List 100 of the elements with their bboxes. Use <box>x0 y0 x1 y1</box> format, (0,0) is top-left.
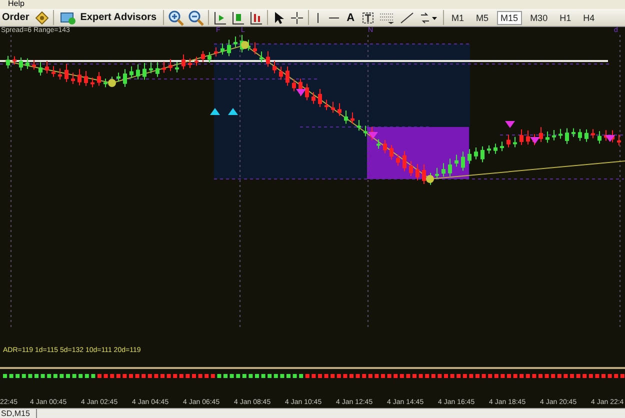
candlestick <box>435 167 439 180</box>
candlestick <box>52 65 56 78</box>
candlestick <box>390 144 394 160</box>
candlestick <box>123 68 127 87</box>
candlestick <box>58 68 62 80</box>
candlestick <box>130 65 134 78</box>
text-tool-button[interactable]: A <box>344 12 357 24</box>
candlestick <box>260 50 264 63</box>
candlestick <box>598 130 602 144</box>
candlestick <box>318 88 322 108</box>
timeframe-button[interactable]: M15 <box>496 10 522 25</box>
candlestick <box>162 60 166 73</box>
candlestick <box>396 154 400 166</box>
candlestick <box>506 134 510 148</box>
candlestick <box>136 63 140 80</box>
candlestick <box>84 70 88 86</box>
candlestick <box>6 54 10 68</box>
timeframe-button[interactable]: M30 <box>526 10 552 25</box>
candlestick <box>513 136 517 148</box>
autoscroll-icon[interactable] <box>230 10 245 25</box>
candlestick <box>220 42 224 55</box>
swing-point <box>426 174 434 183</box>
candlestick <box>338 102 342 116</box>
bar-chart-icon[interactable] <box>248 10 263 25</box>
candlestick <box>448 158 452 176</box>
candlestick <box>480 146 484 162</box>
candlestick <box>500 140 504 152</box>
candlestick <box>442 162 446 177</box>
trendline-icon[interactable] <box>398 10 415 25</box>
candlestick <box>565 127 569 144</box>
candlestick <box>188 58 192 68</box>
candlestick <box>45 60 49 74</box>
candlestick <box>552 129 556 140</box>
candlestick <box>526 130 530 145</box>
candlestick <box>422 164 426 184</box>
expert-advisors-button[interactable]: Expert Advisors <box>58 10 159 25</box>
text-label-icon[interactable] <box>360 10 375 25</box>
menu-item[interactable]: Help <box>0 0 24 10</box>
candlestick <box>104 78 108 88</box>
buy-arrows <box>210 108 238 115</box>
chart-tab[interactable]: SD,M15 <box>0 409 37 418</box>
candlestick <box>409 160 413 176</box>
chart-shift-icon[interactable] <box>212 10 227 25</box>
candlestick <box>149 62 153 74</box>
candlestick <box>617 134 621 146</box>
candlestick <box>402 150 406 172</box>
candlestick <box>416 163 420 180</box>
candlestick <box>591 128 595 138</box>
candlestick <box>383 138 387 154</box>
candlestick <box>78 68 82 86</box>
timeframe-button[interactable]: M1 <box>448 10 468 25</box>
candlestick <box>12 55 16 65</box>
candlestick <box>474 146 478 160</box>
swing-point <box>241 40 249 49</box>
candlestick <box>468 148 472 164</box>
candlestick <box>558 128 562 139</box>
diamond-icon[interactable] <box>35 10 50 25</box>
candlestick <box>324 98 328 110</box>
candlestick <box>454 154 458 167</box>
candlestick <box>234 36 238 48</box>
candlestick <box>156 61 160 78</box>
candlestick <box>272 60 276 74</box>
candlestick <box>90 76 94 88</box>
order-button[interactable]: Order <box>0 12 32 24</box>
candlestick <box>214 46 218 57</box>
candlestick <box>194 56 198 66</box>
candlestick <box>38 61 42 76</box>
swing-point <box>108 78 116 87</box>
fibonacci-icon[interactable] <box>378 10 395 25</box>
timeframe-button[interactable]: H4 <box>579 10 599 25</box>
candlestick <box>71 72 75 84</box>
candlestick <box>97 71 101 86</box>
candlestick <box>578 128 582 142</box>
zoom-in-icon[interactable] <box>168 10 184 26</box>
candlestick <box>266 50 270 67</box>
candlestick <box>19 56 23 71</box>
candlestick <box>208 51 212 63</box>
candlestick <box>142 62 146 80</box>
crosshair-icon[interactable] <box>290 10 304 25</box>
candlestick <box>201 50 205 62</box>
candlestick <box>175 61 179 73</box>
timeframe-button[interactable]: M5 <box>472 10 493 25</box>
zoom-out-icon[interactable] <box>188 10 204 26</box>
monitor-icon <box>60 10 76 25</box>
candlestick <box>461 150 465 171</box>
candlestick <box>572 127 576 138</box>
candlestick <box>227 38 231 56</box>
candlestick <box>487 144 491 154</box>
candlestick <box>279 66 283 80</box>
candlestick <box>376 138 380 149</box>
timeframe-button[interactable]: H1 <box>556 10 576 25</box>
candlestick <box>344 110 348 124</box>
candlestick <box>253 42 257 54</box>
candlestick <box>305 82 309 100</box>
candlestick <box>286 66 290 86</box>
candlestick <box>357 119 361 131</box>
candlestick <box>32 59 36 70</box>
arrows-dropdown-icon[interactable] <box>418 10 439 25</box>
candlestick <box>292 78 296 92</box>
candlestick <box>494 142 498 154</box>
